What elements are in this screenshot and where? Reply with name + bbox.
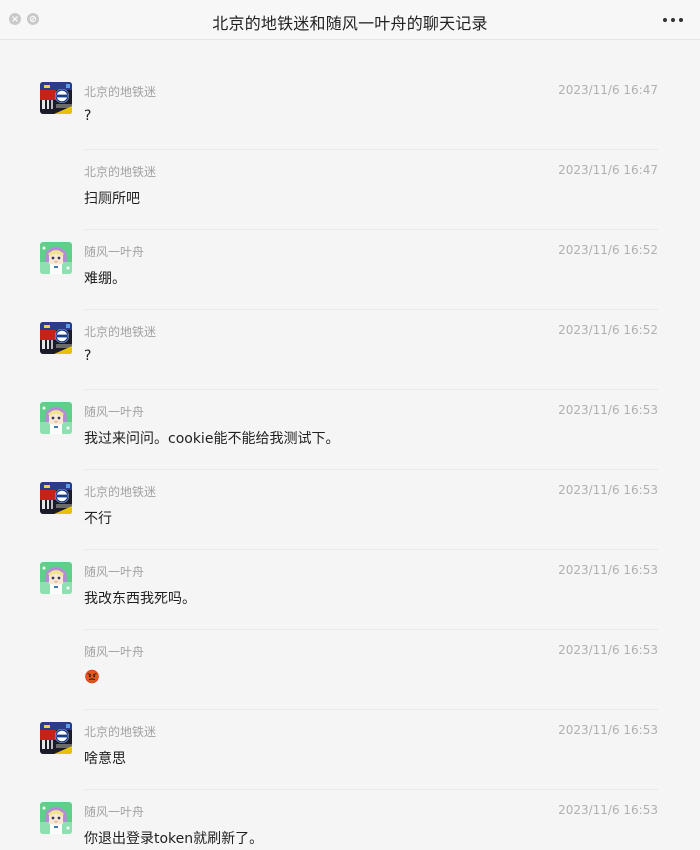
sender-name: 随风一叶舟 — [84, 645, 145, 659]
sender-name: 北京的地铁迷 — [84, 165, 157, 179]
message-item[interactable]: 随风一叶舟 2023/11/6 16:53 — [0, 600, 700, 684]
anime-avatar[interactable] — [40, 402, 72, 434]
message-item[interactable]: 北京的地铁迷 2023/11/6 16:47? — [0, 40, 700, 124]
message-divider — [84, 469, 658, 470]
anime-avatar[interactable] — [40, 562, 72, 594]
sender-name: 北京的地铁迷 — [84, 325, 157, 339]
metro-avatar[interactable] — [40, 322, 72, 354]
message-timestamp: 2023/11/6 16:52 — [558, 323, 658, 337]
title-bar: 北京的地铁迷和随风一叶舟的聊天记录 — [0, 0, 700, 40]
message-timestamp: 2023/11/6 16:53 — [558, 723, 658, 737]
message-timestamp: 2023/11/6 16:47 — [558, 163, 658, 177]
message-item[interactable]: 随风一叶舟 2023/11/6 16:52 难绷。 — [0, 200, 700, 287]
message-divider — [84, 149, 658, 150]
sender-name: 随风一叶舟 — [84, 565, 145, 579]
sender-name: 随风一叶舟 — [84, 805, 145, 819]
message-divider — [84, 789, 658, 790]
anime-avatar[interactable] — [40, 802, 72, 834]
message-divider — [84, 549, 658, 550]
message-divider — [84, 389, 658, 390]
message-item[interactable]: 北京的地铁迷 2023/11/6 16:53 不行 — [0, 440, 700, 527]
message-timestamp: 2023/11/6 16:53 — [558, 563, 658, 577]
message-divider — [84, 309, 658, 310]
message-timestamp: 2023/11/6 16:52 — [558, 243, 658, 257]
message-timestamp: 2023/11/6 16:47 — [558, 83, 658, 97]
metro-avatar[interactable] — [40, 722, 72, 754]
metro-avatar[interactable] — [40, 482, 72, 514]
message-divider — [84, 629, 658, 630]
message-timestamp: 2023/11/6 16:53 — [558, 483, 658, 497]
message-timestamp: 2023/11/6 16:53 — [558, 403, 658, 417]
message-timestamp: 2023/11/6 16:53 — [558, 643, 658, 657]
sender-name: 随风一叶舟 — [84, 405, 145, 419]
message-text: 你退出登录token就刷新了。 — [84, 831, 264, 847]
message-item[interactable]: 随风一叶舟 2023/11/6 16:53 我过来问问。cookie能不能给我测试下… — [0, 360, 700, 447]
message-list[interactable]: 北京的地铁迷 2023/11/6 16:47? 北京的地铁迷 2023/11/6 16… — [0, 40, 700, 850]
message-item[interactable]: 随风一叶舟 2023/11/6 16:53 你退出登录token就刷新了。 — [0, 760, 700, 847]
metro-avatar[interactable] — [40, 82, 72, 114]
anime-avatar[interactable] — [40, 242, 72, 274]
message-item[interactable]: 北京的地铁迷 2023/11/6 16:53 啥意思 — [0, 680, 700, 767]
message-divider — [84, 229, 658, 230]
message-timestamp: 2023/11/6 16:53 — [558, 803, 658, 817]
window-title: 北京的地铁迷和随风一叶舟的聊天记录 — [212, 14, 488, 33]
message-item[interactable]: 北京的地铁迷 2023/11/6 16:52? — [0, 280, 700, 364]
sender-name: 随风一叶舟 — [84, 245, 145, 259]
sender-name: 北京的地铁迷 — [84, 485, 157, 499]
message-divider — [84, 709, 658, 710]
sender-name: 北京的地铁迷 — [84, 725, 157, 739]
chat-history-window: 北京的地铁迷和随风一叶舟的聊天记录 北京的地铁迷 2023/11/6 16:47?… — [0, 0, 700, 850]
message-item[interactable]: 随风一叶舟 2023/11/6 16:53 我改东西我死吗。 — [0, 520, 700, 607]
more-dots-icon[interactable] — [663, 17, 683, 23]
sender-name: 北京的地铁迷 — [84, 85, 157, 99]
message-item[interactable]: 北京的地铁迷 2023/11/6 16:47 扫厕所吧 — [0, 120, 700, 207]
